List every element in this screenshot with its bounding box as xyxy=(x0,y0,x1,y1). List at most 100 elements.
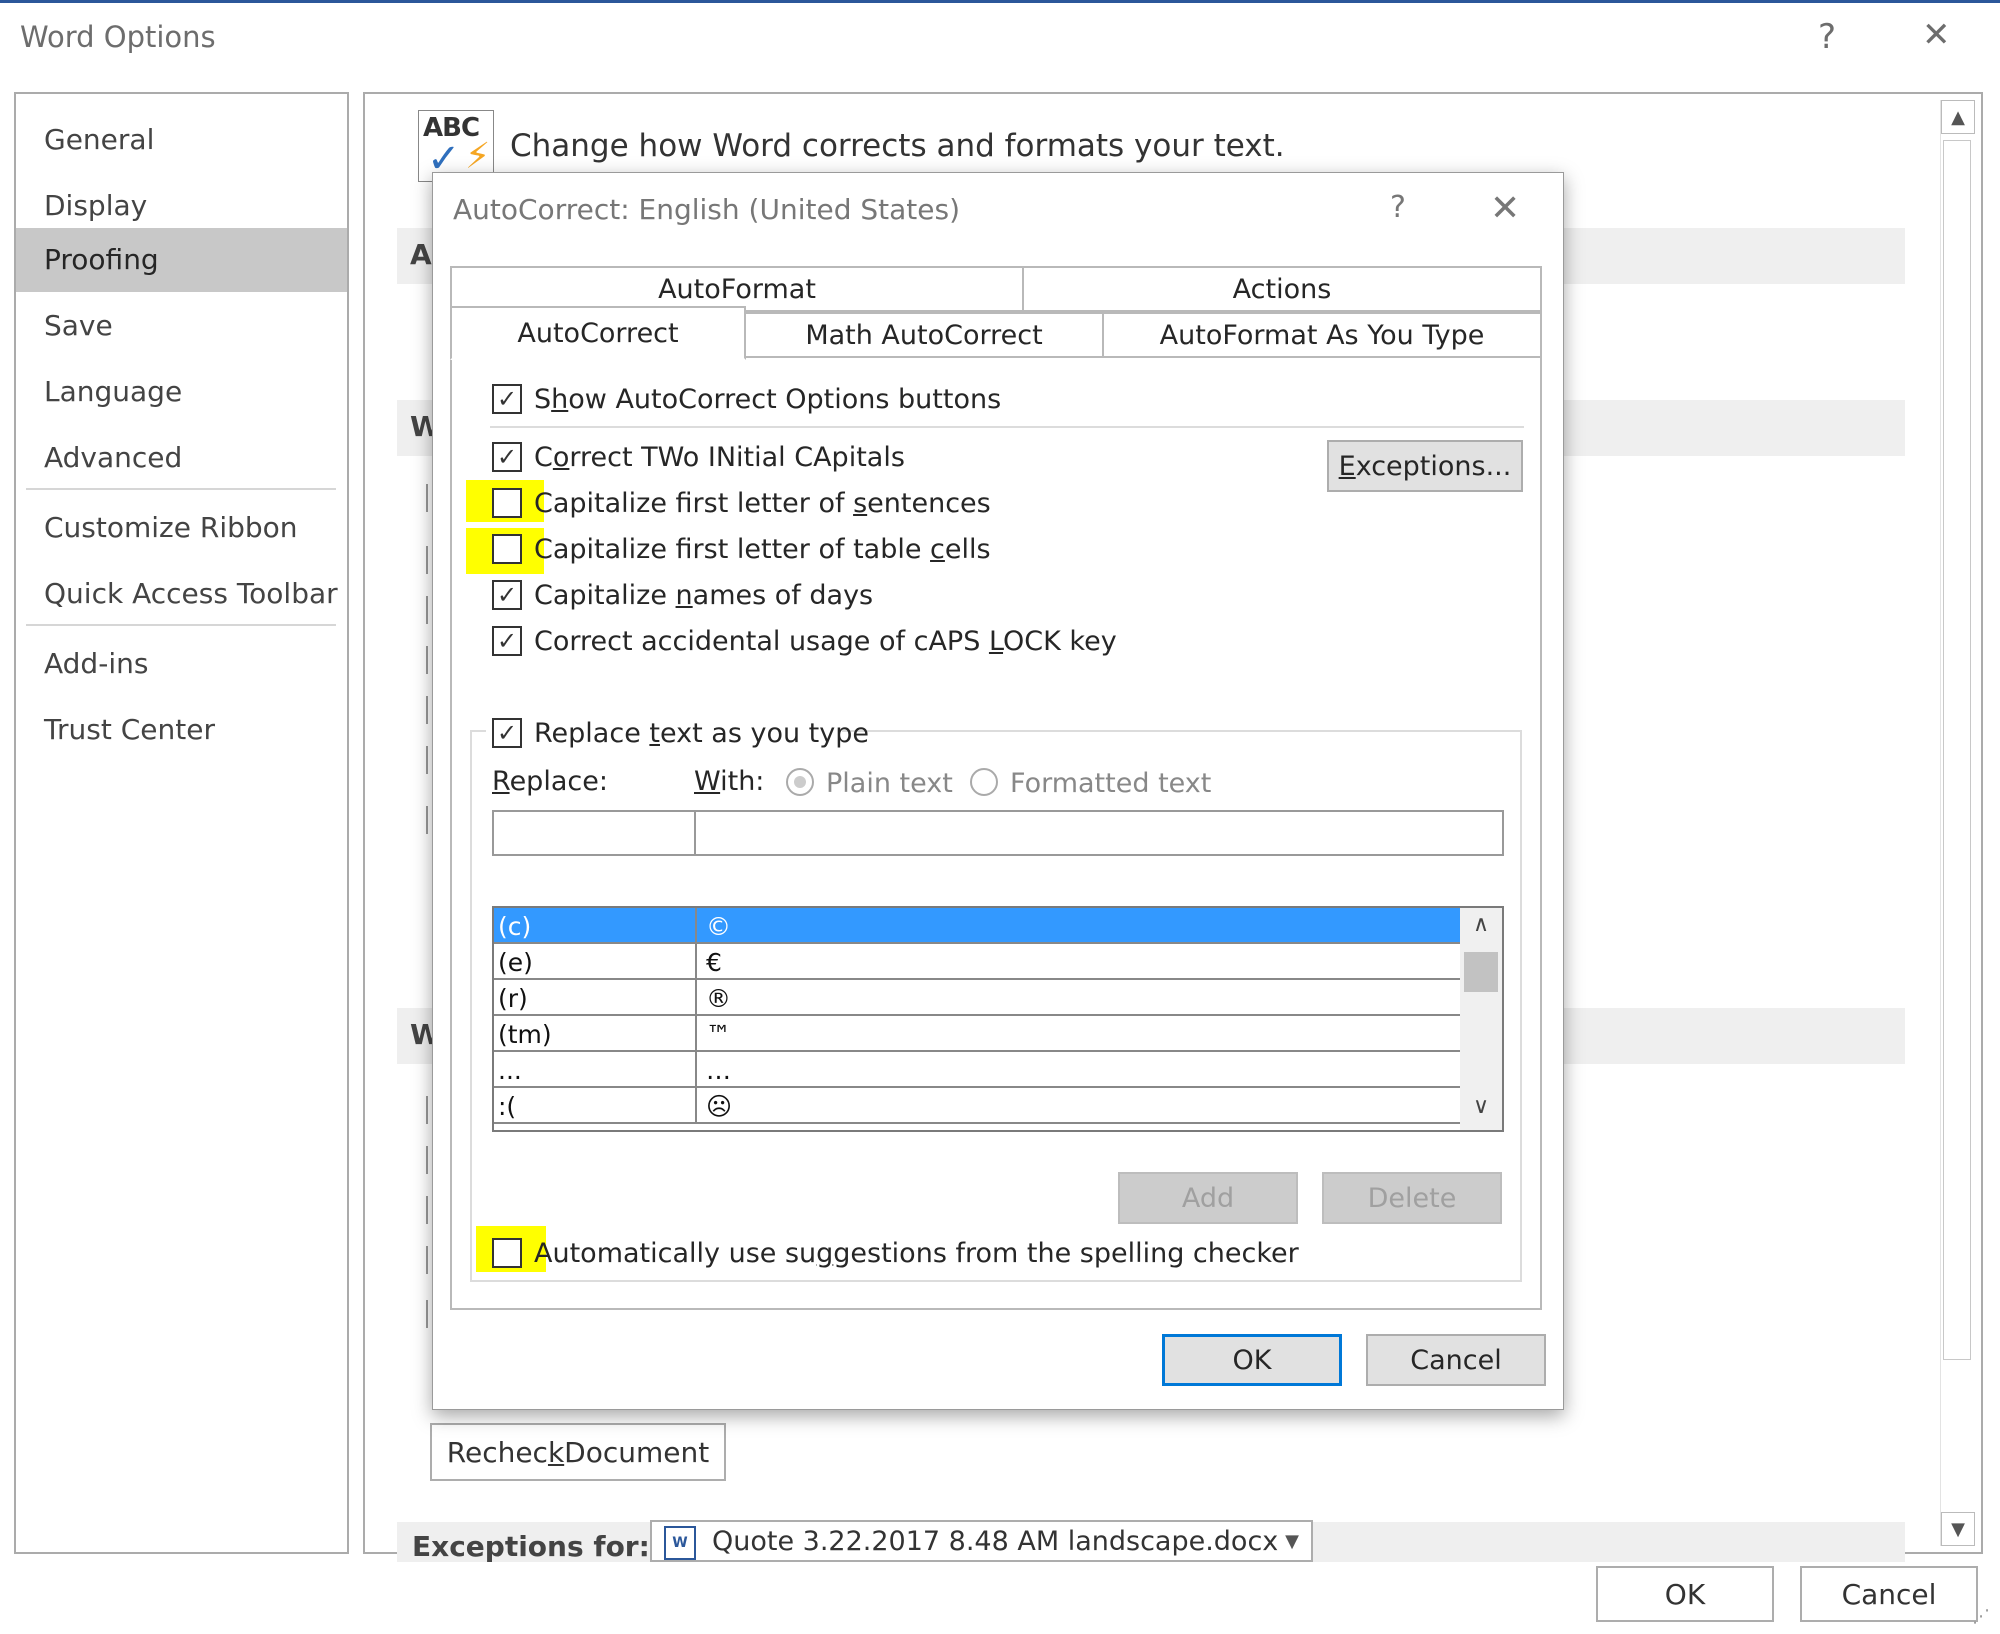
column-divider xyxy=(695,1052,697,1088)
tab-autocorrect[interactable]: AutoCorrect xyxy=(450,306,746,360)
nav-language[interactable]: Language xyxy=(16,360,347,424)
label-pre: Correct accidental usage of cAPS xyxy=(534,626,989,657)
label-accel: h xyxy=(551,384,569,415)
exceptions-for-label: Exceptions for: xyxy=(412,1530,650,1563)
nav-general[interactable]: General xyxy=(16,108,347,172)
capitalize-sentences-checkbox[interactable] xyxy=(492,488,522,518)
column-divider xyxy=(695,944,697,980)
tab-actions[interactable]: Actions xyxy=(1022,266,1542,312)
label-accel: L xyxy=(988,626,1004,657)
label-post: ells xyxy=(944,534,991,565)
exceptions-document-dropdown[interactable]: W Quote 3.22.2017 8.48 AM landscape.docx… xyxy=(650,1520,1313,1562)
resize-grip-icon[interactable]: ⋰ xyxy=(1972,1606,1990,1627)
nav-customize-ribbon[interactable]: Customize Ribbon xyxy=(16,496,347,560)
label-post: gestions from the spelling checker xyxy=(833,1238,1299,1269)
tab-math-autocorrect[interactable]: Math AutoCorrect xyxy=(744,312,1104,358)
chevron-down-icon: ▼ xyxy=(1285,1531,1299,1552)
nav-advanced[interactable]: Advanced xyxy=(16,426,347,490)
nav-trust-center[interactable]: Trust Center xyxy=(16,698,347,762)
caps-lock-checkbox[interactable]: ✓ xyxy=(492,626,522,656)
list-item-from: (c) xyxy=(498,912,532,941)
label-post: ext as you type xyxy=(659,718,869,749)
options-nav: General Display Proofing Save Language A… xyxy=(14,92,349,1554)
replacement-list[interactable]: (c) © (e) € (r) ® (tm) ™ ... … :(☹ xyxy=(492,906,1504,1132)
label-accel: o xyxy=(552,442,570,473)
nav-add-ins[interactable]: Add-ins xyxy=(16,632,347,696)
scroll-down-icon[interactable]: ▼ xyxy=(1941,1512,1975,1546)
nav-save[interactable]: Save xyxy=(16,294,347,358)
list-item-from: (r) xyxy=(498,984,528,1013)
delete-button[interactable]: Delete xyxy=(1322,1172,1502,1224)
list-item[interactable]: ...… xyxy=(494,1052,1460,1088)
options-cancel-button[interactable]: Cancel xyxy=(1800,1566,1978,1622)
dialog-cancel-button[interactable]: Cancel xyxy=(1366,1334,1546,1386)
panel-heading: Change how Word corrects and formats you… xyxy=(510,128,1285,164)
caps-lock-label: Correct accidental usage of cAPS LOCK ke… xyxy=(534,626,1117,657)
label-post: OCK key xyxy=(1003,626,1117,657)
button-accel: E xyxy=(1338,450,1356,482)
label-post: entences xyxy=(867,488,991,519)
auto-suggestions-label: Automatically use suggestions from the s… xyxy=(534,1238,1299,1269)
recheck-label-accel: k xyxy=(547,1435,565,1469)
label-pre: S xyxy=(534,384,552,415)
dialog-ok-button[interactable]: OK xyxy=(1162,1334,1342,1386)
dialog-close-icon[interactable]: ✕ xyxy=(1490,188,1520,229)
label-accel: t xyxy=(649,718,660,749)
close-icon[interactable]: ✕ xyxy=(1922,18,1951,52)
with-input[interactable] xyxy=(694,810,1504,856)
list-item-to: ☹ xyxy=(706,1092,733,1121)
capitalize-days-checkbox[interactable]: ✓ xyxy=(492,580,522,610)
correct-two-initial-capitals-label: Correct TWo INitial CApitals xyxy=(534,442,905,473)
list-item[interactable]: (e) € xyxy=(494,944,1460,980)
show-autocorrect-buttons-checkbox[interactable]: ✓ xyxy=(492,384,522,414)
scroll-up-icon[interactable]: ▲ xyxy=(1941,100,1975,134)
panel-scrollbar-thumb[interactable] xyxy=(1943,140,1971,1360)
label-accel: R xyxy=(492,766,510,797)
list-item-to: € xyxy=(706,948,722,977)
label-accel: W xyxy=(694,766,721,797)
list-item-to: © xyxy=(706,912,731,941)
chevron-up-icon[interactable]: ∧ xyxy=(1460,912,1502,942)
help-icon[interactable]: ? xyxy=(1818,20,1836,54)
label-accel: c xyxy=(930,534,945,565)
chevron-down-icon[interactable]: ∨ xyxy=(1460,1094,1502,1124)
nav-quick-access-toolbar[interactable]: Quick Access Toolbar xyxy=(16,562,347,626)
list-item-to: ® xyxy=(706,984,731,1013)
list-scrollbar-thumb[interactable] xyxy=(1464,952,1498,992)
list-item[interactable]: (tm) ™ xyxy=(494,1016,1460,1052)
replace-input[interactable] xyxy=(492,810,696,856)
plain-text-radio[interactable] xyxy=(786,768,814,796)
options-ok-button[interactable]: OK xyxy=(1596,1566,1774,1622)
options-divider xyxy=(490,426,1524,428)
label-accel: n xyxy=(675,580,693,611)
replace-text-label: Replace text as you type xyxy=(534,718,869,749)
list-item-to: … xyxy=(706,1056,731,1085)
replace-text-checkbox[interactable]: ✓ xyxy=(492,718,522,748)
dialog-help-icon[interactable]: ? xyxy=(1390,190,1406,225)
formatted-text-label: Formatted text xyxy=(1010,768,1212,799)
plain-text-label: Plain text xyxy=(826,768,953,799)
correct-two-initial-capitals-checkbox[interactable]: ✓ xyxy=(492,442,522,472)
label-pre: Capitalize xyxy=(534,580,676,611)
label-accel: s xyxy=(853,488,868,519)
add-button[interactable]: Add xyxy=(1118,1172,1298,1224)
recheck-label-pre: Rechec xyxy=(446,1435,548,1469)
list-item-to: ™ xyxy=(706,1020,731,1049)
list-item[interactable]: (c) © xyxy=(494,908,1460,944)
capitalize-table-cells-checkbox[interactable] xyxy=(492,534,522,564)
label-post: ames of days xyxy=(692,580,874,611)
recheck-label-post: Document xyxy=(564,1435,710,1469)
column-divider xyxy=(695,1088,697,1124)
capitalize-days-label: Capitalize names of days xyxy=(534,580,873,611)
tab-autoformat-as-you-type[interactable]: AutoFormat As You Type xyxy=(1102,312,1542,358)
auto-suggestions-checkbox[interactable] xyxy=(492,1238,522,1268)
recheck-document-button[interactable]: Rechec k Document xyxy=(430,1423,726,1481)
formatted-text-radio[interactable] xyxy=(970,768,998,796)
exceptions-button[interactable]: Exceptions... xyxy=(1327,440,1523,492)
list-item[interactable]: (r) ® xyxy=(494,980,1460,1016)
list-scrollbar[interactable]: ∧ ∨ xyxy=(1460,908,1502,1130)
nav-proofing[interactable]: Proofing xyxy=(16,228,347,292)
list-item[interactable]: :(☹ xyxy=(494,1088,1460,1124)
label-pre: Replace xyxy=(534,718,650,749)
dialog-title: AutoCorrect: English (United States) xyxy=(453,193,960,226)
